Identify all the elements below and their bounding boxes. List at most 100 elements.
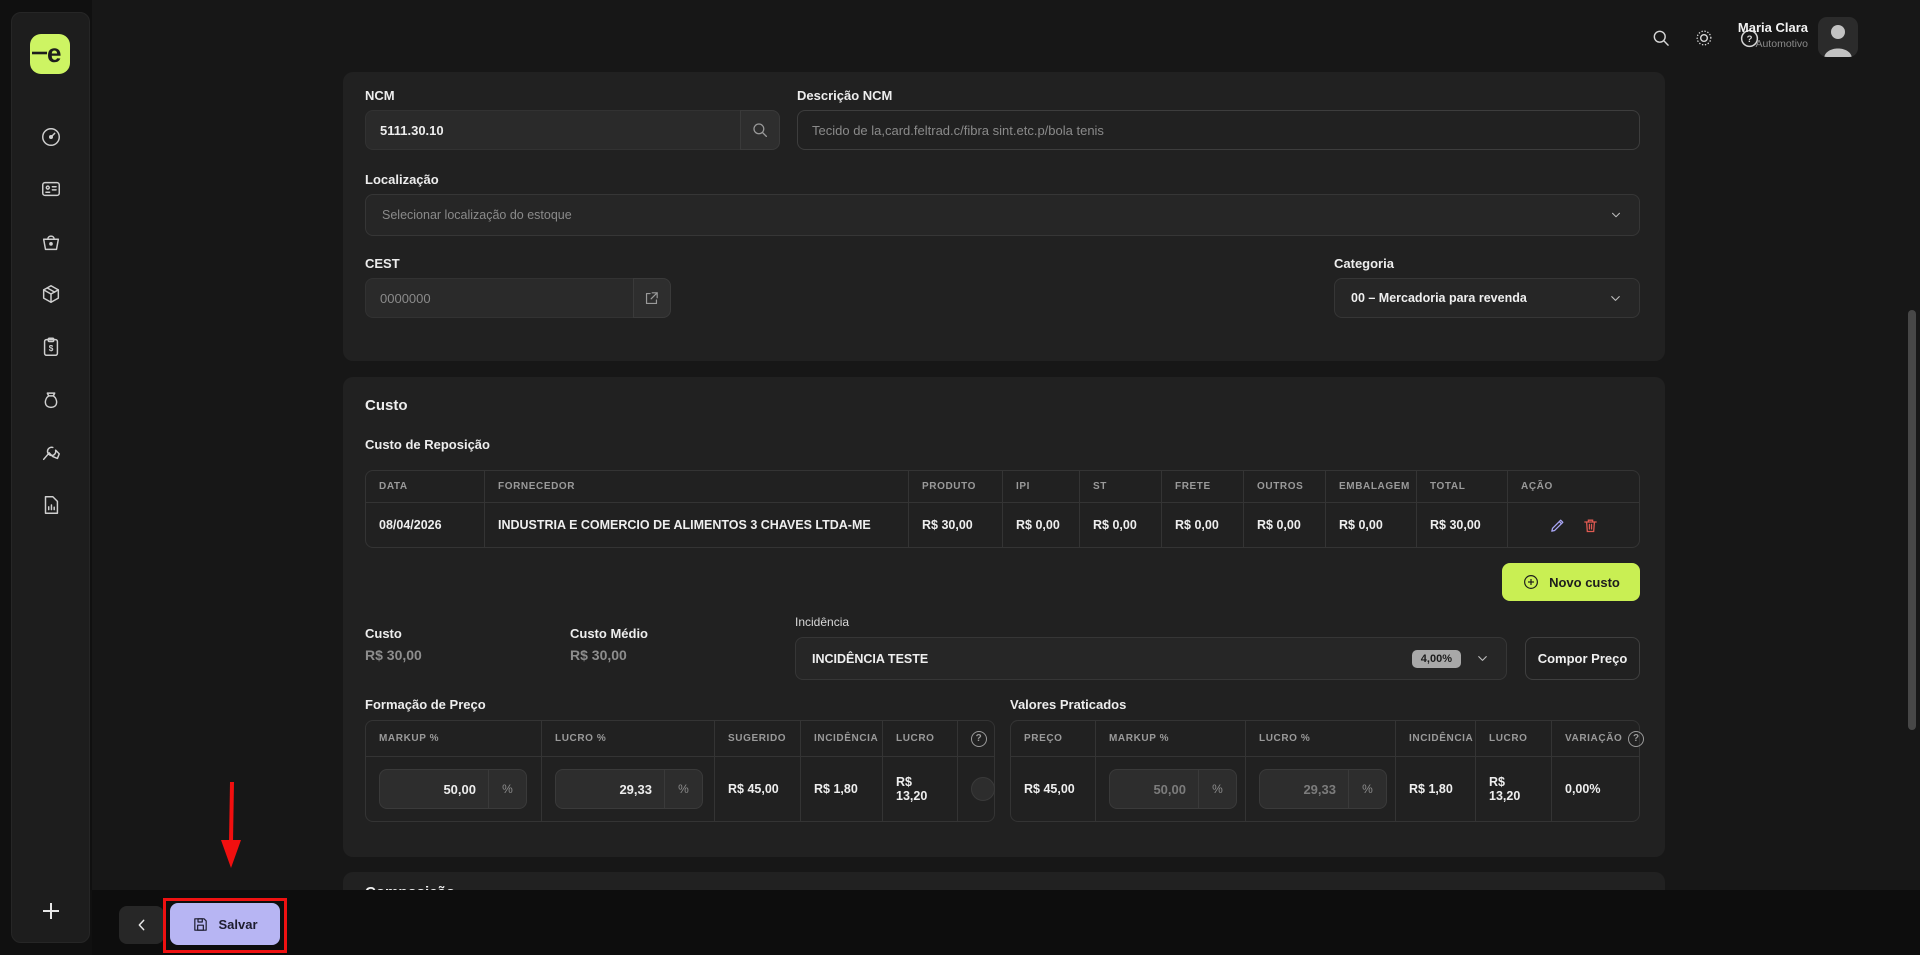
localizacao-select[interactable]: Selecionar localização do estoque: [365, 194, 1640, 236]
novo-custo-button[interactable]: Novo custo: [1502, 563, 1640, 601]
col-st: ST: [1093, 481, 1107, 492]
user-role: Automotivo: [1738, 38, 1808, 50]
save-button-label: Salvar: [218, 917, 257, 932]
localizacao-placeholder: Selecionar localização do estoque: [382, 208, 572, 222]
novo-custo-label: Novo custo: [1549, 575, 1620, 590]
vertical-scrollbar[interactable]: [1908, 310, 1916, 730]
custo-medio-label: Custo Médio: [570, 626, 648, 641]
praticado-markup-group: %: [1109, 769, 1237, 809]
sidebar-item-sales[interactable]: [31, 222, 71, 262]
col-frete: FRETE: [1175, 481, 1211, 492]
col-produto: PRODUTO: [922, 481, 976, 492]
sidebar-item-products[interactable]: [31, 274, 71, 314]
variacao-value: 0,00%: [1552, 757, 1639, 821]
col-incidencia: INCIDÊNCIA: [814, 733, 878, 744]
ncm-field-group: [365, 110, 780, 150]
ncm-desc-input[interactable]: [797, 110, 1640, 150]
tools-icon: [40, 441, 62, 463]
praticados-value-row: R$ 45,00 % % R$ 1,80 R$ 13,20 0,00%: [1011, 757, 1639, 821]
sidebar-item-contacts[interactable]: [31, 169, 71, 209]
ncm-search-button[interactable]: [740, 110, 780, 150]
col-lucro: LUCRO: [1489, 733, 1528, 744]
praticados-header-row: PREÇO MARKUP % LUCRO % INCIDÊNCIA LUCRO …: [1011, 721, 1639, 757]
trash-icon: [1582, 517, 1599, 534]
brand-logo[interactable]: e: [30, 34, 70, 74]
praticado-incidencia-value: R$ 1,80: [1396, 757, 1476, 821]
topbar: ?: [92, 0, 1920, 62]
cest-field-group: [365, 278, 671, 318]
help-icon[interactable]: ?: [971, 731, 987, 747]
formacao-value-row: % % R$ 45,00 R$ 1,80 R$ 13,20: [366, 757, 994, 821]
chevron-down-icon: [1609, 208, 1623, 222]
percent-suffix: %: [488, 770, 526, 808]
user-menu[interactable]: Maria Clara Automotivo: [1738, 20, 1808, 50]
formacao-header-row: MARKUP % LUCRO % SUGERIDO INCIDÊNCIA LUC…: [366, 721, 994, 757]
cest-open-button[interactable]: [633, 278, 671, 318]
apply-price-radio[interactable]: [971, 777, 995, 801]
cell-ipi: R$ 0,00: [1003, 503, 1080, 547]
col-preco: PREÇO: [1024, 733, 1063, 744]
percent-suffix: %: [1198, 770, 1236, 808]
custo-reposicao-title: Custo de Reposição: [365, 437, 490, 452]
money-bag-icon: [40, 389, 62, 411]
sugerido-value: R$ 45,00: [715, 757, 801, 821]
table-row: 08/04/2026 INDUSTRIA E COMERCIO DE ALIME…: [366, 503, 1639, 547]
col-lucro-pct: LUCRO %: [1259, 733, 1310, 744]
svg-text:e: e: [47, 38, 61, 68]
sidebar-item-settings[interactable]: [31, 432, 71, 472]
search-button[interactable]: [1649, 26, 1673, 50]
custo-label: Custo: [365, 626, 402, 641]
incidencia-value: INCIDÊNCIA TESTE: [812, 652, 928, 666]
sidebar-item-finance[interactable]: [31, 380, 71, 420]
col-total: TOTAL: [1430, 481, 1465, 492]
praticado-markup-input[interactable]: [1110, 782, 1198, 797]
chevron-down-icon: [1608, 291, 1623, 306]
formacao-preco-title: Formação de Preço: [365, 697, 486, 712]
sidebar-item-dashboard[interactable]: [31, 117, 71, 157]
sidebar-item-fiscal[interactable]: $: [31, 327, 71, 367]
valores-praticados-table: PREÇO MARKUP % LUCRO % INCIDÊNCIA LUCRO …: [1010, 720, 1640, 822]
custo-medio-value: R$ 30,00: [570, 647, 627, 663]
preco-value: R$ 45,00: [1011, 757, 1096, 821]
lucro-pct-input[interactable]: [556, 782, 664, 797]
ncm-desc-field-wrap: [797, 110, 1640, 150]
markup-input[interactable]: [380, 782, 488, 797]
custo-value: R$ 30,00: [365, 647, 422, 663]
col-markup: MARKUP %: [379, 733, 439, 744]
back-button[interactable]: [119, 906, 164, 944]
col-ipi: IPI: [1016, 481, 1030, 492]
cest-input[interactable]: [365, 278, 633, 318]
praticado-lucro-group: %: [1259, 769, 1387, 809]
col-data: DATA: [379, 481, 408, 492]
compor-preco-label: Compor Preço: [1538, 651, 1628, 666]
col-incidencia: INCIDÊNCIA: [1409, 733, 1473, 744]
compor-preco-button[interactable]: Compor Preço: [1525, 637, 1640, 680]
person-icon: [1818, 17, 1858, 57]
delete-button[interactable]: [1582, 517, 1599, 534]
plus-circle-icon: [1522, 573, 1540, 591]
help-icon[interactable]: ?: [1628, 731, 1644, 747]
col-fornecedor: FORNECEDOR: [498, 481, 575, 492]
edit-button[interactable]: [1549, 517, 1566, 534]
sidebar-item-reports[interactable]: [31, 485, 71, 525]
col-sugerido: SUGERIDO: [728, 733, 786, 744]
cell-fornecedor: INDUSTRIA E COMERCIO DE ALIMENTOS 3 CHAV…: [485, 503, 909, 547]
ncm-input[interactable]: [365, 110, 740, 150]
theme-toggle-button[interactable]: [1692, 26, 1716, 50]
praticado-lucro-input[interactable]: [1260, 782, 1348, 797]
plus-icon: [39, 899, 63, 923]
avatar[interactable]: [1818, 17, 1858, 57]
custo-reposicao-table: DATA FORNECEDOR PRODUTO IPI ST FRETE OUT…: [365, 470, 1640, 548]
col-outros: OUTROS: [1257, 481, 1303, 492]
pencil-icon: [1549, 517, 1566, 534]
report-icon: [40, 494, 62, 516]
cell-produto: R$ 30,00: [909, 503, 1003, 547]
sidebar-add-button[interactable]: [31, 891, 71, 931]
incidencia-select[interactable]: INCIDÊNCIA TESTE 4,00%: [795, 637, 1507, 680]
categoria-select[interactable]: 00 – Mercadoria para revenda: [1334, 278, 1640, 318]
incidencia-badge: 4,00%: [1412, 650, 1461, 668]
col-embalagem: EMBALAGEM: [1339, 481, 1410, 492]
cell-st: R$ 0,00: [1080, 503, 1162, 547]
sidebar: e: [11, 12, 90, 943]
save-button[interactable]: Salvar: [170, 903, 280, 945]
